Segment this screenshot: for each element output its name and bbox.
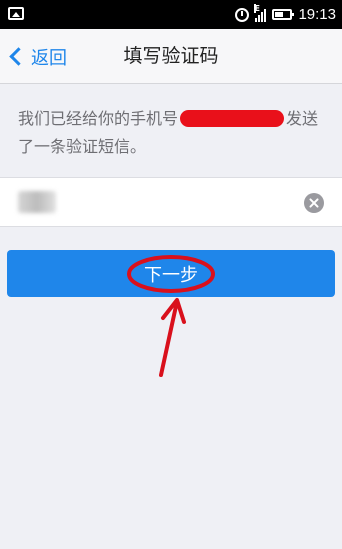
code-input-row [0,177,342,227]
annotation-arrow-head [161,298,186,324]
verification-code-input[interactable] [18,188,278,216]
battery-icon [272,9,295,20]
status-time: 19:13 [298,6,336,23]
page-title: 填写验证码 [123,45,219,67]
annotation-arrow-shaft [159,304,178,377]
blurred-code-value [18,191,56,213]
network-type: E [254,4,260,13]
status-bar: E 19:13 [0,0,342,29]
status-icons: E 19:13 [235,0,336,29]
message-text-1: 我们已经给你的手机号 [18,109,179,128]
next-button[interactable]: 下一步 [7,250,335,297]
redacted-phone-number [180,110,285,127]
image-notification-icon [8,7,24,20]
sms-sent-message: 我们已经给你的手机号 发送了一条验证短信。 [18,105,326,161]
next-button-label: 下一步 [144,264,198,285]
alarm-icon [235,7,250,22]
clear-icon[interactable] [304,193,324,213]
signal-icon: E [254,4,267,22]
nav-bar: 返回 填写验证码 [0,29,342,84]
